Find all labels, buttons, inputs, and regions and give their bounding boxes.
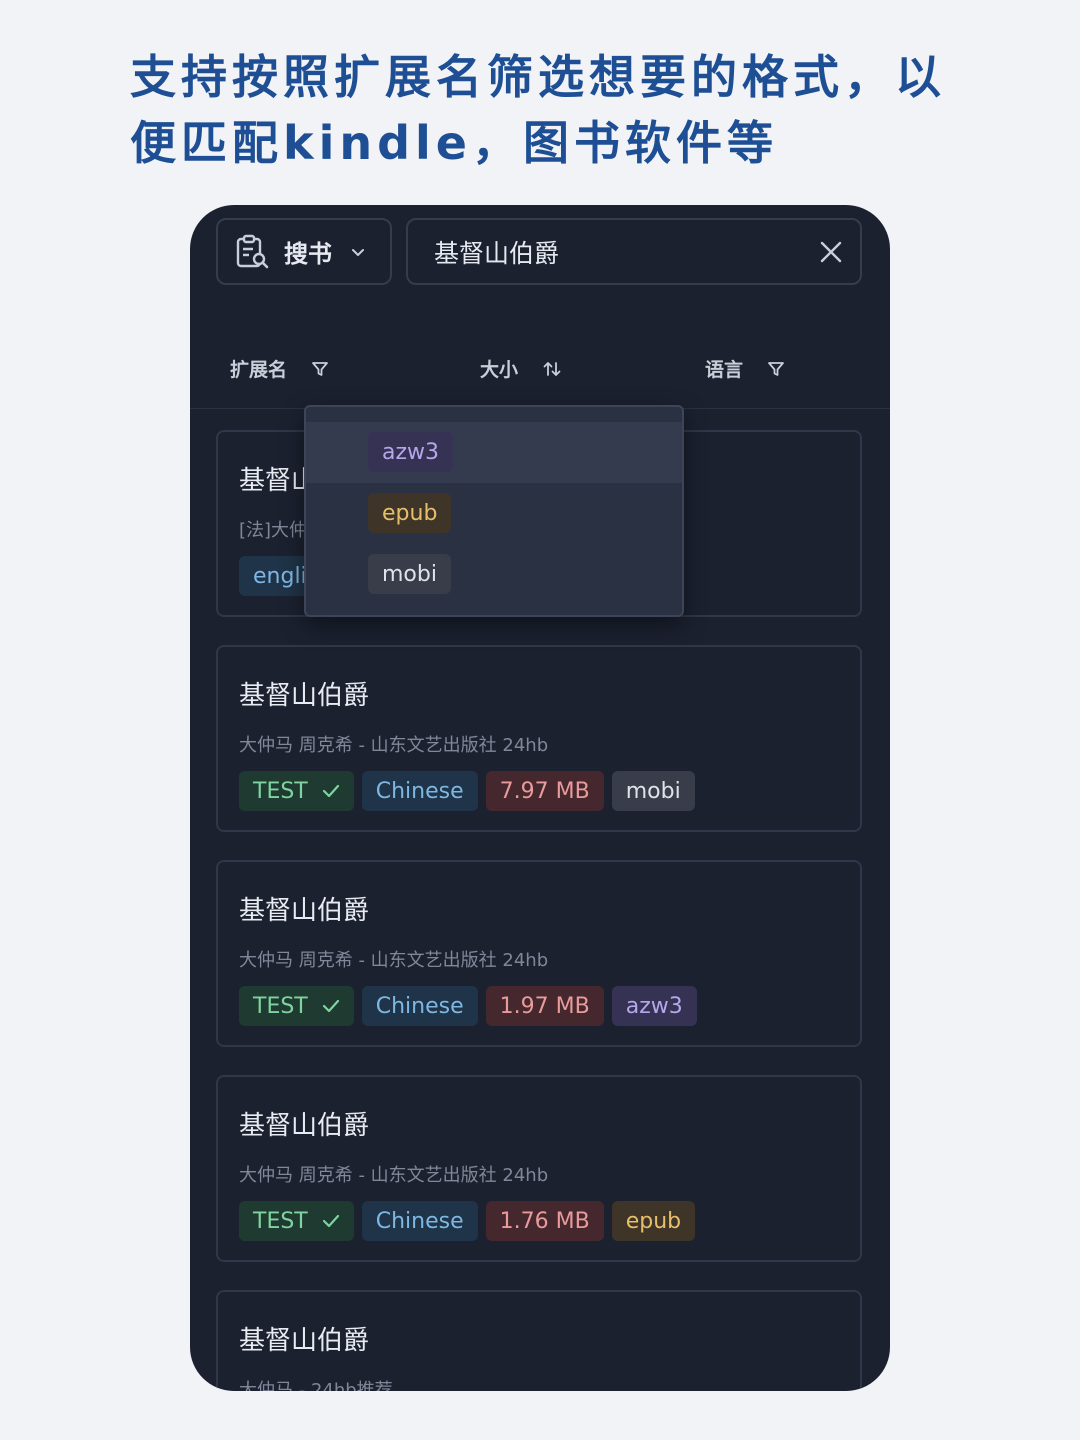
filter-option-mobi[interactable]: mobi <box>306 544 682 605</box>
size-tag: 7.97 MB <box>485 771 604 811</box>
book-card[interactable]: 基督山伯爵 大仲马 周克希 - 山东文艺出版社 24hb TEST Chines… <box>216 645 862 832</box>
filter-option-azw3[interactable]: azw3 <box>306 422 682 483</box>
book-card[interactable]: 基督山伯爵 大仲马 周克希 - 山东文艺出版社 24hb TEST Chines… <box>216 1075 862 1262</box>
format-tag: mobi <box>611 771 695 811</box>
check-icon <box>322 1214 339 1228</box>
language-tag: Chinese <box>361 771 478 811</box>
sort-icon[interactable] <box>542 360 562 378</box>
column-extension-label: 扩展名 <box>230 359 288 381</box>
check-icon <box>322 784 339 798</box>
headline: 支持按照扩展名筛选想要的格式，以便匹配kindle，图书软件等 <box>130 50 946 170</box>
book-meta: 大仲马 - 24hb推荐 <box>239 1380 393 1391</box>
book-tags: TEST Chinese 7.97 MB mobi <box>239 771 695 811</box>
column-size[interactable]: 大小 <box>480 355 562 382</box>
test-tag: TEST <box>239 1201 354 1241</box>
size-tag: 1.97 MB <box>485 986 604 1026</box>
format-tag: azw3 <box>611 986 697 1026</box>
filter-option-epub[interactable]: epub <box>306 483 682 544</box>
book-tags: TEST Chinese 1.97 MB azw3 <box>239 986 697 1026</box>
column-language-label: 语言 <box>705 359 744 381</box>
column-size-label: 大小 <box>480 359 519 381</box>
close-icon[interactable] <box>816 237 846 267</box>
book-title: 基督山伯爵 <box>239 681 370 711</box>
clipboard-search-icon <box>236 234 269 268</box>
size-tag: 1.76 MB <box>485 1201 604 1241</box>
test-tag-label: TEST <box>253 778 308 804</box>
book-title: 基督山伯爵 <box>239 1326 370 1356</box>
extension-filter-dropdown: azw3 epub mobi <box>304 405 684 617</box>
column-extension[interactable]: 扩展名 <box>230 355 329 382</box>
search-box <box>406 218 862 285</box>
search-mode-select[interactable]: 搜书 <box>216 218 392 285</box>
app-panel: 搜书 扩展名 大小 语言 <box>190 205 890 1391</box>
book-meta: 大仲马 周克希 - 山东文艺出版社 24hb <box>239 950 549 971</box>
format-tag: epub <box>611 1201 696 1241</box>
book-title: 基督山伯爵 <box>239 1111 370 1141</box>
filter-option-label: azw3 <box>368 432 454 472</box>
search-toolbar: 搜书 <box>190 205 890 300</box>
book-title: 基督山伯爵 <box>239 896 370 926</box>
test-tag: TEST <box>239 986 354 1026</box>
test-tag: TEST <box>239 771 354 811</box>
book-meta: 大仲马 周克希 - 山东文艺出版社 24hb <box>239 1165 549 1186</box>
search-input[interactable] <box>434 237 794 266</box>
column-header: 扩展名 大小 语言 <box>190 325 890 409</box>
filter-icon[interactable] <box>311 360 329 378</box>
filter-option-label: epub <box>368 493 452 533</box>
book-card[interactable]: 基督山伯爵 大仲马 周克希 - 山东文艺出版社 24hb TEST Chines… <box>216 860 862 1047</box>
column-language[interactable]: 语言 <box>705 355 785 382</box>
filter-icon[interactable] <box>767 360 785 378</box>
language-tag: Chinese <box>361 1201 478 1241</box>
check-icon <box>322 999 339 1013</box>
filter-option-label: mobi <box>368 554 451 594</box>
test-tag-label: TEST <box>253 993 308 1019</box>
book-tags: TEST Chinese 1.76 MB epub <box>239 1201 696 1241</box>
language-tag: Chinese <box>361 986 478 1026</box>
search-mode-label: 搜书 <box>284 240 332 268</box>
book-card[interactable]: 基督山伯爵 大仲马 - 24hb推荐 <box>216 1290 862 1391</box>
chevron-down-icon <box>352 248 364 256</box>
test-tag-label: TEST <box>253 1208 308 1234</box>
book-meta: 大仲马 周克希 - 山东文艺出版社 24hb <box>239 735 549 756</box>
